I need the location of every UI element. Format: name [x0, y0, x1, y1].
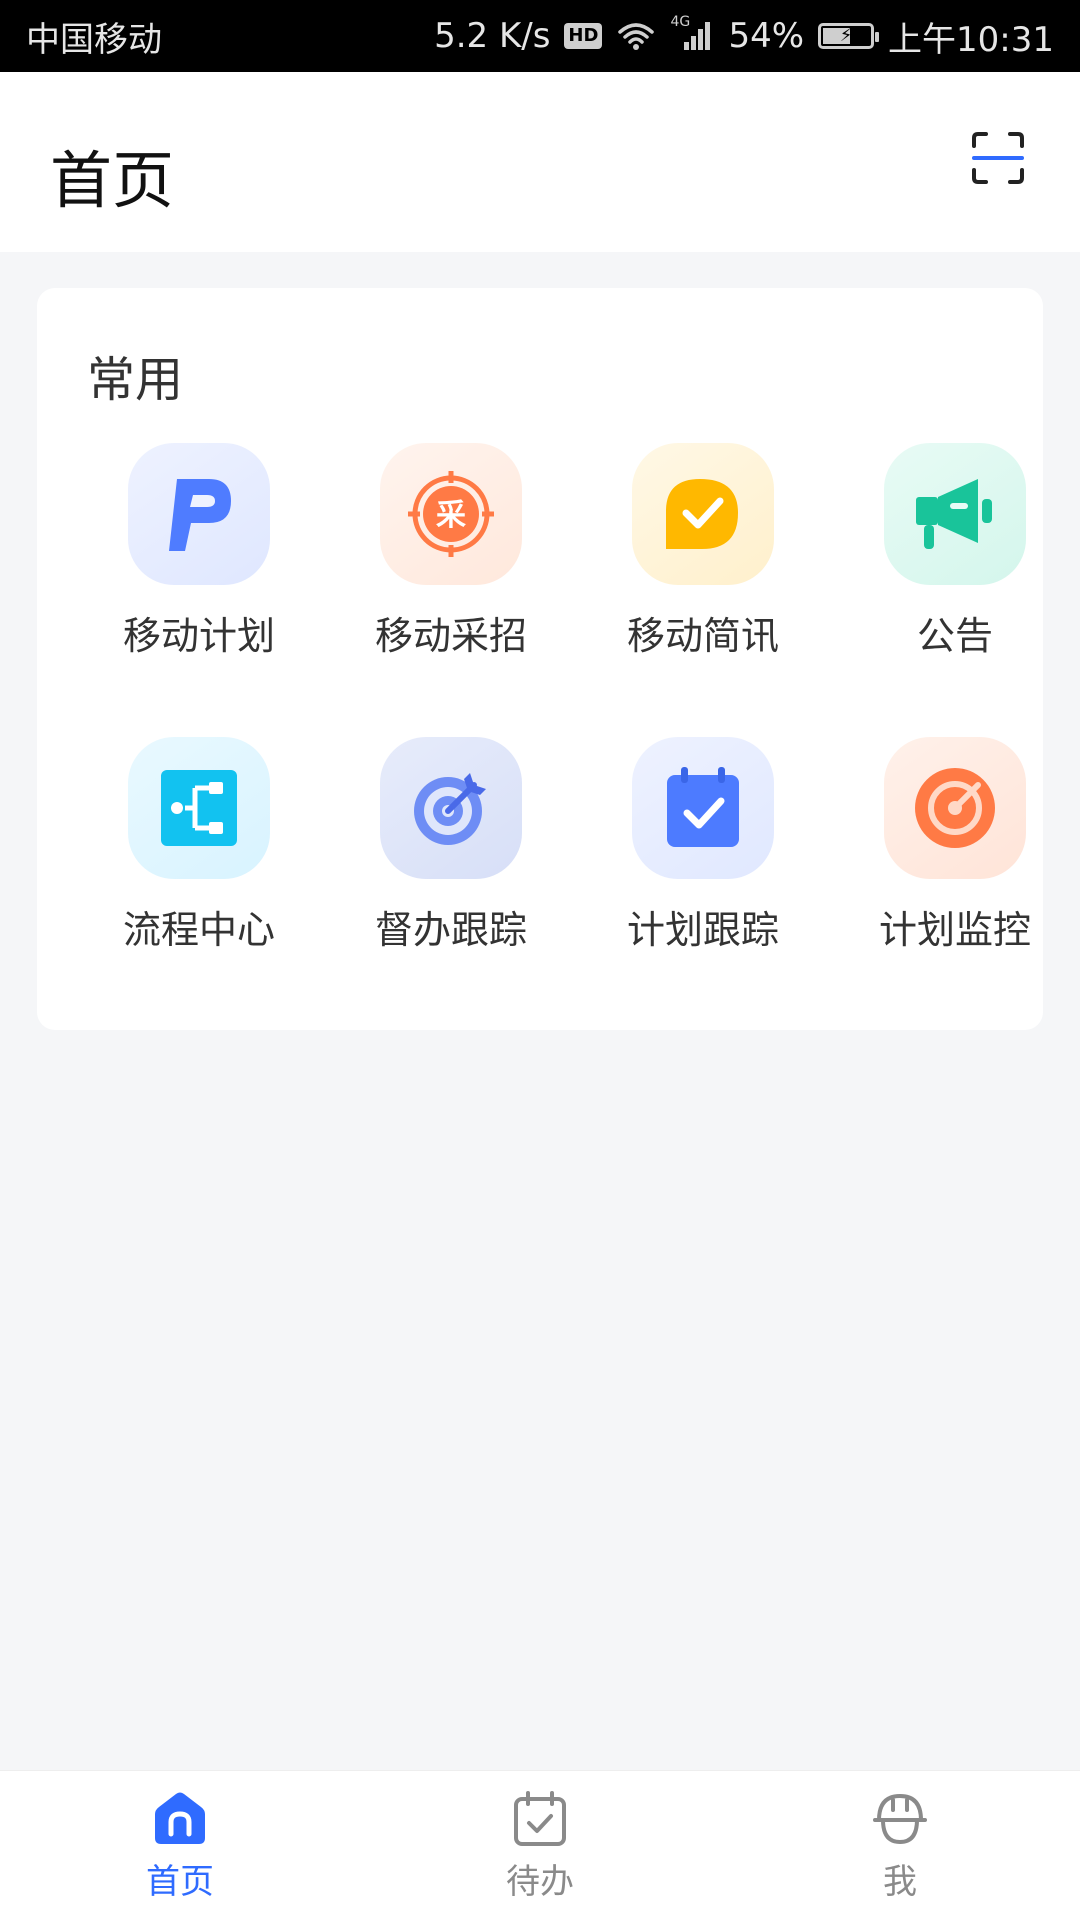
tile-label: 移动计划 [122, 614, 275, 658]
tab-home[interactable]: 首页 [80, 1771, 280, 1920]
scan-icon[interactable] [970, 130, 1026, 186]
shortcut-plan-monitoring[interactable]: 计划监控 [855, 737, 1055, 967]
section-title: 常用 [87, 352, 184, 408]
p-logo-icon [128, 443, 270, 585]
svg-text:采: 采 [436, 498, 466, 533]
tab-todo[interactable]: 待办 [440, 1771, 640, 1920]
shortcut-process-center[interactable]: 流程中心 [99, 737, 299, 967]
shortcut-supervision-tracking[interactable]: 督办跟踪 [351, 737, 551, 967]
profile-helmet-icon [873, 1793, 927, 1844]
calendar-check-icon [632, 737, 774, 879]
battery-icon: ⚡ [818, 23, 880, 49]
tile-label: 督办跟踪 [374, 908, 527, 952]
battery-percent: 54% [728, 16, 805, 56]
status-bar: 中国移动 5.2 K/s HD 4G 54% ⚡ 上午10:31 [0, 0, 1080, 72]
todo-calendar-icon [514, 1790, 566, 1846]
shortcut-mobile-bulletin[interactable]: 移动简讯 [603, 443, 803, 673]
procurement-target-icon: 采 [380, 443, 522, 585]
tile-label: 流程中心 [122, 908, 275, 952]
page-title: 首页 [50, 144, 175, 217]
wifi-icon [618, 23, 655, 50]
tab-me[interactable]: 我 [800, 1771, 1000, 1920]
app-header: 首页 [0, 72, 1080, 252]
carrier-label: 中国移动 [26, 19, 162, 60]
shortcut-plan-tracking[interactable]: 计划跟踪 [603, 737, 803, 967]
tile-label: 移动采招 [374, 614, 527, 658]
flow-icon [128, 737, 270, 879]
clock: 上午10:31 [888, 19, 1054, 60]
target-arrow-icon [380, 737, 522, 879]
shortcut-mobile-procurement[interactable]: 采 移动采招 [351, 443, 551, 673]
message-check-icon [632, 443, 774, 585]
shortcut-announcement[interactable]: 公告 [855, 443, 1055, 673]
frequent-card: 常用 移动计划 采 移动采招 移动简讯 公告 流程中心 督办跟踪 计划跟踪 计划… [37, 288, 1043, 1030]
cell-signal-icon: 4G [670, 14, 714, 52]
megaphone-icon [884, 443, 1026, 585]
status-right: 5.2 K/s HD 4G 54% ⚡ 上午10:31 [434, 12, 1054, 61]
shortcut-mobile-plan[interactable]: 移动计划 [99, 443, 299, 673]
tab-label: 我 [883, 1861, 917, 1902]
tab-label: 待办 [506, 1861, 574, 1902]
tile-label: 移动简讯 [626, 614, 779, 658]
tile-label: 计划跟踪 [626, 908, 779, 952]
hd-badge: HD [564, 23, 603, 49]
home-icon [155, 1792, 205, 1844]
bottom-tab-bar: 首页 待办 我 [0, 1770, 1080, 1920]
radar-icon [884, 737, 1026, 879]
tab-label: 首页 [146, 1861, 214, 1902]
network-speed: 5.2 K/s [434, 16, 551, 56]
screen: 中国移动 5.2 K/s HD 4G 54% ⚡ 上午10:31 首页 常用 移… [0, 0, 1080, 1920]
tile-label: 公告 [916, 614, 993, 658]
tile-label: 计划监控 [878, 908, 1031, 952]
